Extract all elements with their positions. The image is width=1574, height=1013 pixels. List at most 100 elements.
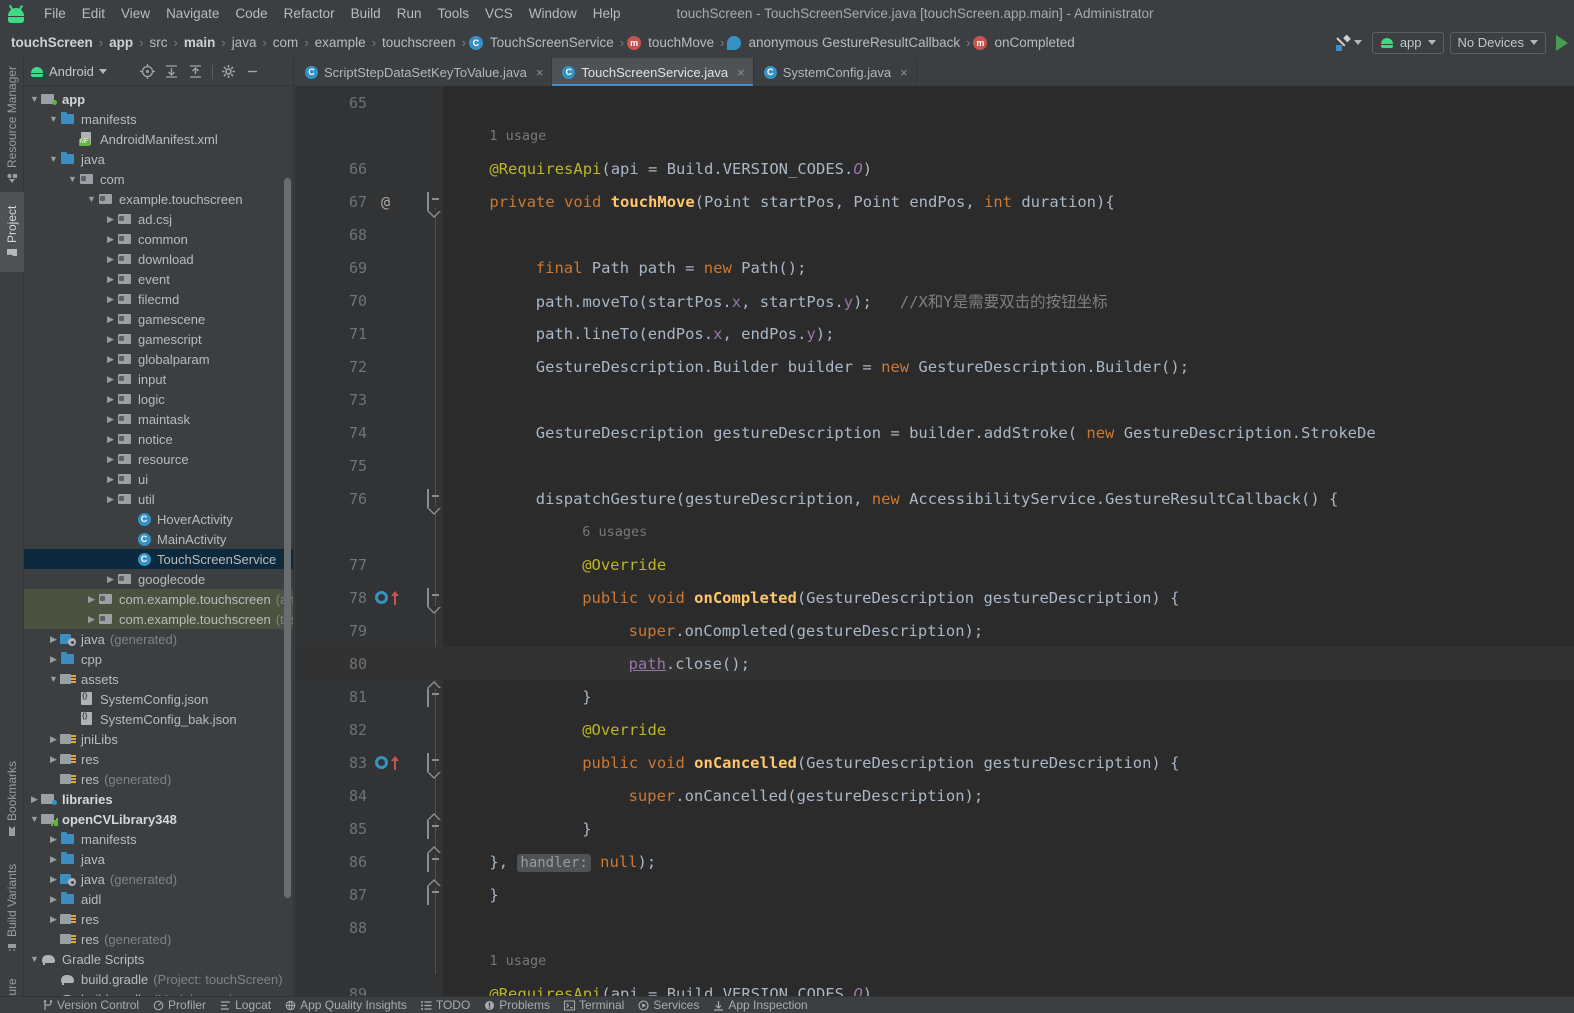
chevron-right-icon[interactable]: ▶ xyxy=(104,434,117,445)
tree-item[interactable]: build.gradle(Module :app) xyxy=(24,989,293,996)
breadcrumb-item-com[interactable]: com › xyxy=(270,33,312,52)
breadcrumb-item-touchscreenservice[interactable]: C TouchScreenService › xyxy=(468,33,627,52)
chevron-right-icon[interactable]: ▶ xyxy=(104,394,117,405)
breadcrumb-item-main[interactable]: main › xyxy=(181,33,229,52)
close-icon[interactable]: × xyxy=(900,65,908,80)
chevron-right-icon[interactable]: ▶ xyxy=(104,574,117,585)
chevron-right-icon[interactable]: ▶ xyxy=(104,294,117,305)
status-bar-item-profiler[interactable]: Profiler xyxy=(153,998,206,1012)
chevron-down-icon[interactable]: ▼ xyxy=(47,674,60,684)
editor-tab-touchscreenservice-java[interactable]: C TouchScreenService.java × xyxy=(552,58,754,86)
menu-item-view[interactable]: View xyxy=(113,2,158,25)
menu-item-help[interactable]: Help xyxy=(585,2,629,25)
tree-item[interactable]: ▼ assets xyxy=(24,669,293,689)
sidebar-tab-bookmarks[interactable]: Bookmarks xyxy=(0,748,24,848)
breadcrumb-item-touchscreen[interactable]: touchscreen › xyxy=(379,33,469,52)
chevron-right-icon[interactable]: ▶ xyxy=(47,894,60,905)
chevron-right-icon[interactable]: ▶ xyxy=(47,634,60,645)
status-bar-item-services[interactable]: Services xyxy=(638,998,699,1012)
menu-item-file[interactable]: File xyxy=(36,2,74,25)
code-fold-toggle[interactable] xyxy=(427,588,444,607)
chevron-right-icon[interactable]: ▶ xyxy=(47,654,60,665)
status-bar-item-logcat[interactable]: Logcat xyxy=(220,998,271,1012)
chevron-right-icon[interactable]: ▶ xyxy=(104,334,117,345)
breadcrumb-item-java[interactable]: java › xyxy=(229,33,270,52)
menu-item-code[interactable]: Code xyxy=(227,2,275,25)
close-icon[interactable]: × xyxy=(536,65,544,80)
breadcrumb-item-touchmove[interactable]: m touchMove › xyxy=(627,33,727,52)
chevron-right-icon[interactable]: ▶ xyxy=(47,914,60,925)
breadcrumb-item-oncompleted[interactable]: m onCompleted xyxy=(973,33,1077,52)
code-fold-toggle[interactable] xyxy=(427,192,444,211)
chevron-down-icon[interactable]: ▼ xyxy=(28,814,41,824)
chevron-down-icon[interactable]: ▼ xyxy=(47,114,60,124)
chevron-right-icon[interactable]: ▶ xyxy=(28,794,41,805)
tree-item[interactable]: ▼ openCVLibrary348 xyxy=(24,809,293,829)
editor-tab-systemconfig-java[interactable]: C SystemConfig.java × xyxy=(754,58,917,86)
close-icon[interactable]: × xyxy=(737,65,745,80)
project-view-selector[interactable]: Android xyxy=(30,64,111,79)
tree-item[interactable]: ▶ res xyxy=(24,909,293,929)
menu-item-navigate[interactable]: Navigate xyxy=(158,2,227,25)
chevron-right-icon[interactable]: ▶ xyxy=(104,494,117,505)
chevron-right-icon[interactable]: ▶ xyxy=(104,474,117,485)
menu-item-edit[interactable]: Edit xyxy=(74,2,113,25)
tree-item[interactable]: ▼ app xyxy=(24,89,293,109)
chevron-right-icon[interactable]: ▶ xyxy=(104,274,117,285)
tree-item[interactable]: ▶ filecmd xyxy=(24,289,293,309)
tree-item[interactable]: ▶ resource xyxy=(24,449,293,469)
tree-item[interactable]: MainActivity xyxy=(24,529,293,549)
chevron-down-icon[interactable]: ▼ xyxy=(47,154,60,164)
chevron-right-icon[interactable]: ▶ xyxy=(47,754,60,765)
project-panel-scrollbar[interactable] xyxy=(284,178,291,898)
status-bar-item-problems[interactable]: Problems xyxy=(484,998,550,1012)
run-configuration-selector[interactable]: app xyxy=(1371,31,1444,54)
status-bar-item-app-quality-insights[interactable]: App Quality Insights xyxy=(285,998,407,1012)
status-bar-item-version-control[interactable]: Version Control xyxy=(42,998,139,1012)
chevron-down-icon[interactable]: ▼ xyxy=(85,194,98,204)
code-editor[interactable]: 65 1 usage 66 @RequiresApi(api = Build.VERS… xyxy=(295,86,1574,998)
breadcrumb-item-anonymous-gestureresultcallback[interactable]: anonymous GestureResultCallback › xyxy=(727,33,973,52)
run-button-icon[interactable] xyxy=(1556,34,1568,51)
chevron-right-icon[interactable]: ▶ xyxy=(85,614,98,625)
collapse-all-icon[interactable] xyxy=(185,61,207,83)
tree-item[interactable]: ▶ java xyxy=(24,849,293,869)
tree-item[interactable]: ▶ event xyxy=(24,269,293,289)
menu-item-vcs[interactable]: VCS xyxy=(477,2,521,25)
tree-item[interactable]: ▼ example.touchscreen xyxy=(24,189,293,209)
hide-panel-icon[interactable] xyxy=(242,61,264,83)
menu-item-build[interactable]: Build xyxy=(343,2,389,25)
tree-item[interactable]: ▼ Gradle Scripts xyxy=(24,949,293,969)
tree-item[interactable]: HoverActivity xyxy=(24,509,293,529)
tree-item[interactable]: SystemConfig.json xyxy=(24,689,293,709)
chevron-right-icon[interactable]: ▶ xyxy=(47,734,60,745)
status-bar-item-terminal[interactable]: Terminal xyxy=(563,998,624,1012)
sidebar-tab-build-variants[interactable]: Build Variants xyxy=(0,853,24,963)
tree-item[interactable]: ▶ common xyxy=(24,229,293,249)
usage-count-hint[interactable]: 1 usage xyxy=(489,953,546,969)
chevron-right-icon[interactable]: ▶ xyxy=(104,234,117,245)
chevron-right-icon[interactable]: ▶ xyxy=(47,854,60,865)
code-fold-toggle[interactable] xyxy=(427,820,444,839)
chevron-right-icon[interactable]: ▶ xyxy=(47,834,60,845)
status-bar-item-todo[interactable]: TODO xyxy=(420,998,470,1012)
tree-item[interactable]: ▶ download xyxy=(24,249,293,269)
chevron-right-icon[interactable]: ▶ xyxy=(104,214,117,225)
code-fold-toggle[interactable] xyxy=(427,489,444,508)
tree-item[interactable]: ▶ cpp xyxy=(24,649,293,669)
override-method-gutter-icon[interactable] xyxy=(375,590,399,605)
tree-item[interactable]: ▶ util xyxy=(24,489,293,509)
tree-item[interactable]: ▶ ui xyxy=(24,469,293,489)
sidebar-tab-resource-manager[interactable]: Resource Manager xyxy=(0,58,24,190)
tree-item[interactable]: ▶ res xyxy=(24,749,293,769)
tree-item[interactable]: ▶ java (generated) xyxy=(24,629,293,649)
tree-item[interactable]: ▶ globalparam xyxy=(24,349,293,369)
build-button[interactable] xyxy=(1331,33,1366,53)
chevron-right-icon[interactable]: ▶ xyxy=(104,454,117,465)
tree-item[interactable]: ▶ java (generated) xyxy=(24,869,293,889)
editor-tab-scriptstepdatasetkeytovalue-java[interactable]: C ScriptStepDataSetKeyToValue.java × xyxy=(295,58,553,86)
menu-item-tools[interactable]: Tools xyxy=(429,2,477,25)
sidebar-tab-project[interactable]: Project xyxy=(0,192,24,272)
tree-item[interactable]: ▶ input xyxy=(24,369,293,389)
tree-item[interactable]: ▼ manifests xyxy=(24,109,293,129)
